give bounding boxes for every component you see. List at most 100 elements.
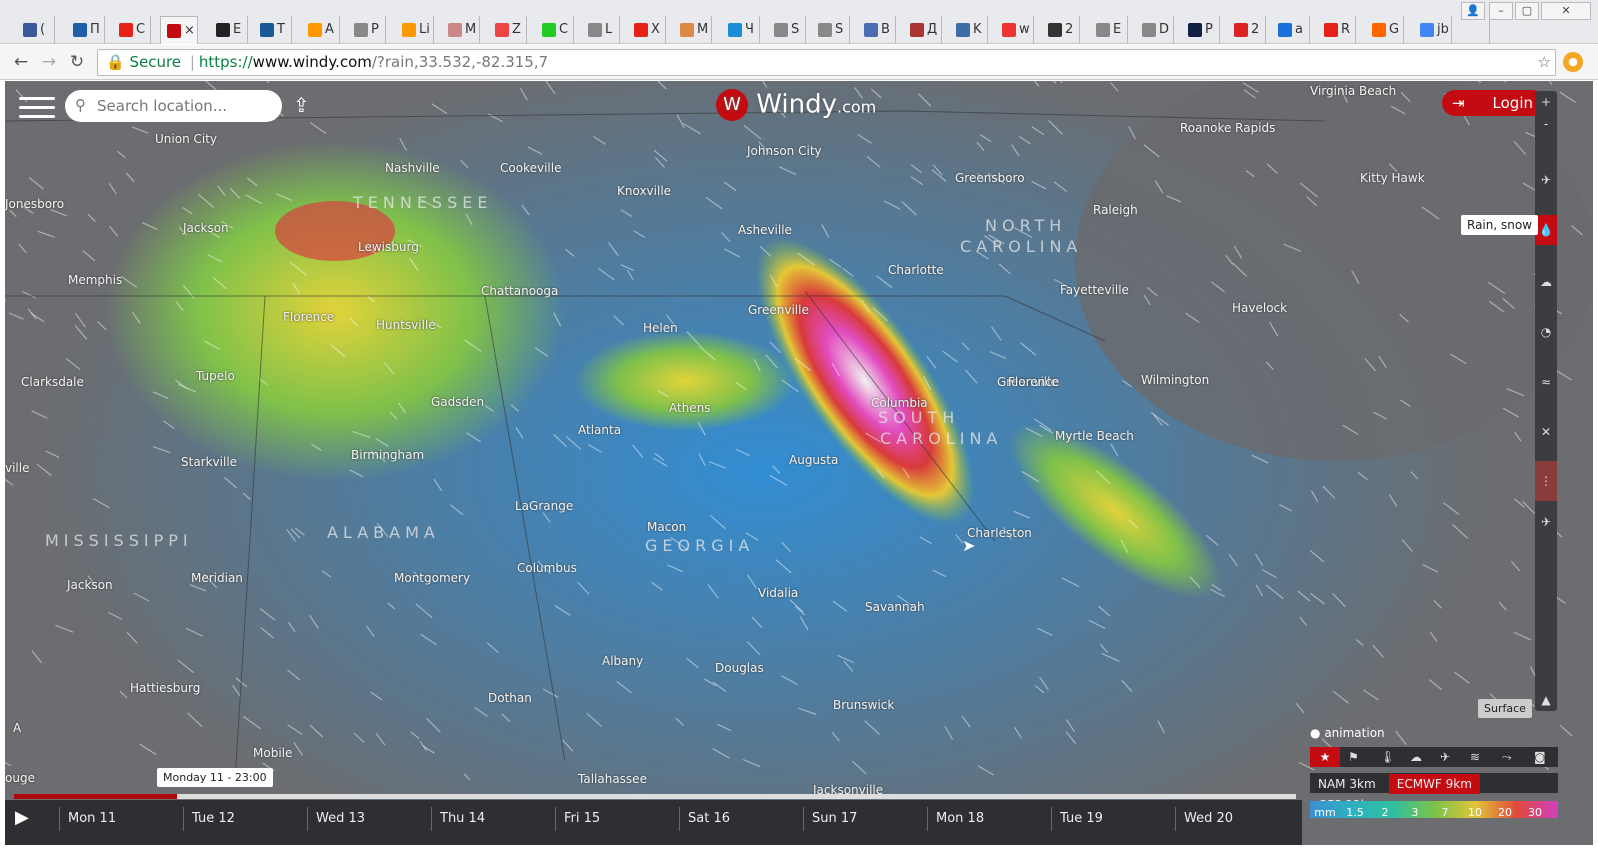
back-icon[interactable]: ←: [10, 51, 32, 73]
profile-icon[interactable]: 👤: [1461, 2, 1485, 20]
timeline-bar[interactable]: ▶ Mon 11 Tue 12 Wed 13 Thu 14 Fri 15 Sat 16 Su…: [5, 800, 1302, 845]
lock-icon: 🔒: [106, 53, 125, 71]
forward-icon[interactable]: →: [38, 51, 60, 73]
city-label: Jonesboro: [5, 197, 65, 211]
zoom-in-button[interactable]: +: [1535, 91, 1557, 113]
animation-label: animation: [1324, 726, 1385, 740]
browser-tab[interactable]: C: [536, 16, 574, 44]
browser-tab[interactable]: jb: [1414, 16, 1452, 44]
city-label: Jackson: [67, 578, 113, 592]
wave-icon[interactable]: ≋: [1470, 747, 1480, 767]
timeline-day[interactable]: Tue 12: [183, 807, 235, 831]
timeline-day[interactable]: Wed 20: [1175, 807, 1233, 831]
browser-tab[interactable]: L: [582, 16, 620, 44]
browser-tab[interactable]: S: [812, 16, 850, 44]
clouds-layer-icon[interactable]: ☁: [1535, 271, 1557, 293]
city-label: Union City: [155, 132, 218, 146]
new-tab-button[interactable]: [1460, 16, 1490, 44]
browser-tab[interactable]: P: [348, 16, 386, 44]
favorite-icon[interactable]: ★: [1310, 747, 1340, 767]
weather-map[interactable]: Union City Nashville Cookeville Johnson Cit…: [5, 81, 1593, 845]
browser-tab[interactable]: P: [1182, 16, 1220, 44]
animation-toggle[interactable]: ● animation: [1310, 726, 1385, 740]
bookmark-star-icon[interactable]: ☆: [1538, 50, 1551, 75]
login-button[interactable]: ⇥ Login: [1442, 90, 1545, 116]
timeline-day[interactable]: Sun 17: [803, 807, 857, 831]
menu-icon[interactable]: [19, 95, 55, 121]
browser-tab[interactable]: M: [674, 16, 712, 44]
maximize-button[interactable]: ▢: [1515, 2, 1539, 20]
cloud-icon[interactable]: ☁: [1410, 747, 1422, 767]
url-omnibox[interactable]: 🔒 Secure | https://www.windy.com/?rain,33…: [97, 49, 1556, 76]
browser-tab[interactable]: Li: [396, 16, 434, 44]
browser-tab[interactable]: D: [1136, 16, 1174, 44]
browser-tab[interactable]: a: [1272, 16, 1310, 44]
surface-button[interactable]: Surface: [1478, 699, 1532, 718]
login-icon: ⇥: [1452, 94, 1465, 112]
browser-tab[interactable]: 2: [1228, 16, 1266, 44]
tab-favicon-icon: [774, 23, 788, 37]
waves-layer-icon[interactable]: ≈: [1535, 371, 1557, 393]
rain-layer-icon[interactable]: 💧: [1535, 215, 1557, 245]
zoom-out-button[interactable]: -: [1535, 113, 1557, 135]
pressure-layer-icon[interactable]: ◔: [1535, 321, 1557, 343]
satellite-layer-icon[interactable]: ✕: [1535, 421, 1557, 443]
browser-tab[interactable]: Д: [904, 16, 942, 44]
browser-tab[interactable]: X: [628, 16, 666, 44]
browser-tab[interactable]: Ч: [722, 16, 760, 44]
browser-tab[interactable]: M: [442, 16, 480, 44]
model-ecmwf[interactable]: ECMWF 9km: [1388, 774, 1480, 794]
extension-icon[interactable]: ●: [1563, 52, 1583, 72]
timeline-day[interactable]: Fri 15: [555, 807, 600, 831]
browser-tab[interactable]: E: [1090, 16, 1128, 44]
altitude-icon[interactable]: ▲: [1535, 689, 1557, 711]
timeline-day[interactable]: Thu 14: [431, 807, 485, 831]
tab-favicon-icon: [73, 23, 87, 37]
tab-favicon-icon: [680, 23, 694, 37]
timeline-day[interactable]: Tue 19: [1051, 807, 1103, 831]
browser-tab[interactable]: R: [1318, 16, 1356, 44]
more-layers-icon[interactable]: ⋮: [1535, 461, 1557, 501]
address-bar: ← → ↻ 🔒 Secure | https://www.windy.com/?r…: [0, 45, 1598, 80]
tab-label: Ч: [745, 22, 754, 37]
play-icon[interactable]: ▶: [15, 807, 29, 828]
browser-tab[interactable]: 2: [1042, 16, 1080, 44]
wind-layer-icon[interactable]: ✈: [1535, 169, 1557, 191]
timeline-day[interactable]: Sat 16: [679, 807, 730, 831]
rain-legend: mm 1.5 2 3 7 10 20 30: [1310, 801, 1558, 819]
browser-tab[interactable]: w: [996, 16, 1034, 44]
airport-icon[interactable]: ✈: [1535, 511, 1557, 533]
browser-tab[interactable]: G: [1366, 16, 1404, 44]
browser-tab[interactable]: Z: [489, 16, 527, 44]
browser-tab[interactable]: T: [254, 16, 292, 44]
legend-value: 3: [1411, 806, 1419, 819]
browser-tab[interactable]: E: [210, 16, 248, 44]
timeline-day[interactable]: Wed 13: [307, 807, 365, 831]
browser-tab[interactable]: П: [67, 16, 105, 44]
city-label: Wilmington: [1141, 373, 1210, 387]
thermometer-icon[interactable]: 🌡: [1380, 747, 1395, 767]
timeline-day[interactable]: Mon 11: [59, 807, 116, 831]
plane-icon[interactable]: ✈: [1440, 747, 1450, 767]
city-label: Macon: [647, 520, 687, 534]
timeline-day[interactable]: Mon 18: [927, 807, 984, 831]
tab-label: P: [1205, 22, 1213, 37]
browser-tab[interactable]: (: [17, 16, 55, 44]
browser-tab[interactable]: A: [302, 16, 340, 44]
browser-tab[interactable]: S: [768, 16, 806, 44]
route-icon[interactable]: ⤳: [1502, 747, 1512, 767]
search-input[interactable]: Search location...: [65, 90, 282, 122]
camera-icon[interactable]: ◙: [1534, 747, 1546, 767]
flag-icon[interactable]: ⚑: [1348, 747, 1359, 767]
share-icon[interactable]: ⇪: [293, 93, 310, 117]
browser-tab[interactable]: K: [950, 16, 988, 44]
reload-icon[interactable]: ↻: [66, 51, 88, 73]
browser-tab[interactable]: ×: [160, 16, 198, 44]
minimize-button[interactable]: –: [1489, 2, 1513, 20]
timeline-progress[interactable]: [14, 794, 1296, 799]
model-nam[interactable]: NAM 3km: [1310, 774, 1384, 794]
browser-tab[interactable]: C: [113, 16, 151, 44]
close-window-button[interactable]: ✕: [1541, 2, 1591, 20]
tab-label: R: [1341, 22, 1351, 37]
browser-tab[interactable]: B: [858, 16, 896, 44]
